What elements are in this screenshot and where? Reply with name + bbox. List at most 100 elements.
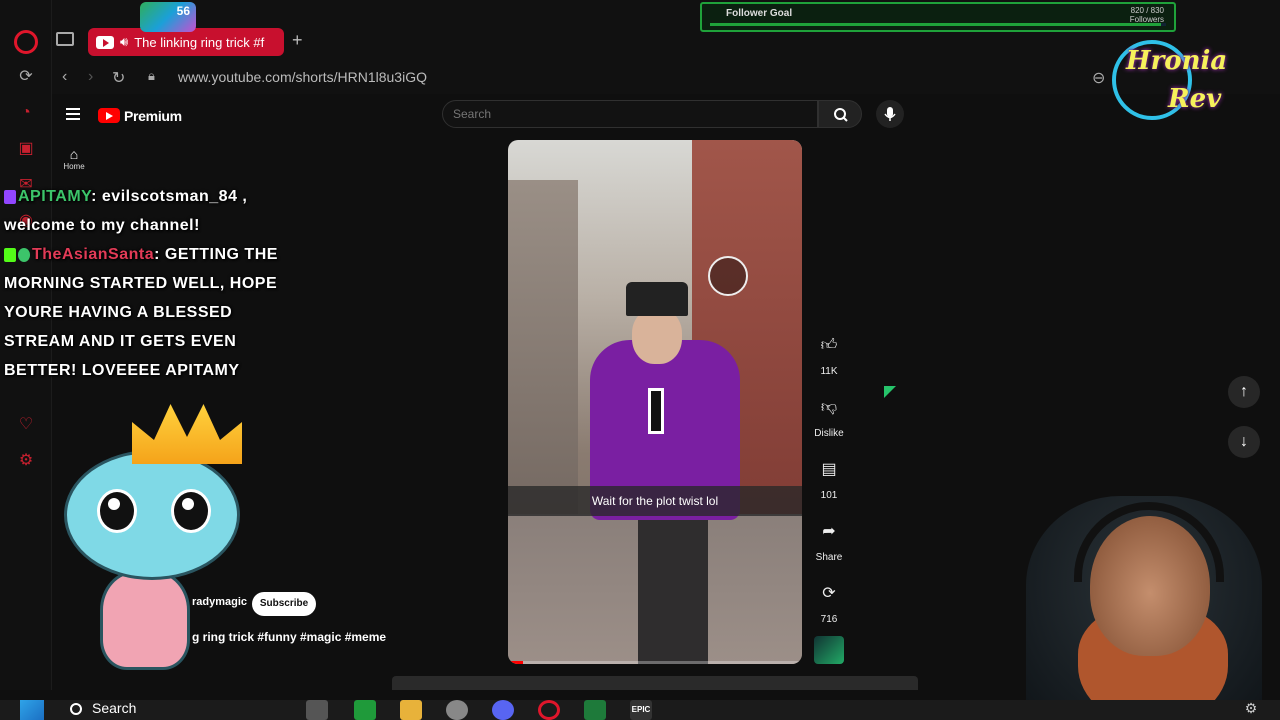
share-label: Share [815,552,843,563]
dragon-mascot [50,400,260,690]
follower-goal-fill [710,23,1161,26]
chrome-icon[interactable] [446,700,468,720]
settings-icon[interactable]: ⚙ [17,452,35,470]
follower-goal-count: 820 / 830 Followers [1130,6,1164,24]
search-icon [834,108,848,122]
share-icon: ➦ [822,523,836,540]
kick-badge-icon [4,247,16,262]
video-caption: Wait for the plot twist lol [508,486,802,516]
subscribe-button[interactable]: Subscribe [252,592,316,616]
youtube-favicon-icon [96,35,114,49]
youtube-masthead: Premium [52,96,1280,136]
new-tab-icon[interactable]: + [292,30,303,51]
dislike-button[interactable]: 👎︎ Dislike [810,392,848,439]
mouse-cursor-icon [884,386,896,398]
home-nav-item[interactable]: ⌂ Home [52,146,96,171]
crown-icon [132,404,242,464]
thumbs-up-icon: 👍︎ [820,337,838,354]
chat-username: TheAsianSanta [32,246,155,263]
microphone-icon [884,107,896,121]
follower-goal-widget: Follower Goal 820 / 830 Followers [700,2,1176,32]
home-icon: ⌂ [69,146,79,162]
twitch-badge-icon [4,189,16,204]
home-label: Home [63,162,85,171]
reload-icon[interactable]: ↻ [112,68,125,88]
comments-button[interactable]: ▤ 101 [810,454,848,501]
voice-search-button[interactable] [876,100,904,128]
active-tab[interactable]: 🔊︎ The linking ring trick #f [88,28,284,56]
mascot-body [100,570,190,670]
follower-goal-label: Follower Goal [726,8,793,19]
headset-icon [1074,502,1224,582]
lock-icon[interactable]: 🔒︎ [148,68,155,84]
windows-start-icon[interactable] [20,700,44,720]
opera-taskbar-icon[interactable] [538,700,560,720]
search-input[interactable] [443,101,817,127]
mascot-eye [97,489,137,533]
video-progress-fill [508,661,523,664]
file-explorer-icon[interactable] [400,700,422,720]
discord-icon[interactable] [492,700,514,720]
like-button[interactable]: 👍︎ 11K [810,330,848,377]
forward-icon[interactable]: › [88,68,93,86]
tab-menu-icon[interactable] [56,32,74,46]
menu-icon[interactable] [66,108,80,120]
mascot-head [64,450,240,580]
url-field[interactable]: www.youtube.com/shorts/HRN1l8u3iGQ [178,69,427,85]
speaker-icon[interactable]: 🔊︎ [120,34,128,50]
chat-message: TheAsianSanta: GETTING THE MORNING START… [4,240,304,385]
gamebar-icon[interactable] [584,700,606,720]
dislike-label: Dislike [814,428,844,439]
previous-short-button[interactable]: ↑ [1228,376,1260,408]
history-icon[interactable]: ♡ [17,416,35,434]
channel-watermark-icon [708,256,748,296]
stream-chat-overlay: APITAMY: evilscotsman_84 , welcome to my… [4,182,304,385]
video-scene [626,282,688,316]
stream-logo: Hronia Rev [1106,36,1272,126]
verified-badge-icon [18,247,30,262]
aria-icon[interactable]: ◔ [17,104,35,122]
share-button[interactable]: ➦ Share [810,516,848,563]
address-bar: ‹ › ↻ 🔒︎ www.youtube.com/shorts/HRN1l8u3… [52,60,1280,94]
reload-sidebar-icon[interactable]: ⟳ [17,68,35,86]
tab-title: The linking ring trick #f [134,34,265,50]
mascot-eye [171,489,211,533]
comment-icon: ▤ [821,461,837,478]
opera-logo-icon[interactable] [14,30,38,54]
xbox-icon[interactable] [354,700,376,720]
logo-text-line2: Rev [1168,84,1222,114]
chat-username: APITAMY [18,188,92,205]
search-button[interactable] [818,100,862,128]
epic-games-icon[interactable]: EPIC [630,700,652,720]
remix-button[interactable]: ⟳ 716 [810,578,848,625]
channel-name[interactable]: radymagic [192,596,247,608]
workspace-icon[interactable]: ▣ [17,140,35,158]
remix-count: 716 [820,614,838,625]
video-scrubber[interactable] [392,676,918,690]
taskbar-search[interactable]: Search [70,700,136,716]
youtube-brand-label[interactable]: Premium [124,108,182,124]
remix-icon: ⟳ [822,585,836,602]
zoom-out-icon[interactable]: ⊖ [1092,68,1105,88]
webcam-overlay [1026,496,1262,720]
chat-text: : GETTING THE MORNING STARTED WELL, HOPE… [4,246,278,379]
search-box[interactable] [442,100,818,128]
short-video-player[interactable]: Wait for the plot twist lol [508,140,802,664]
taskbar-search-label: Search [92,700,137,716]
back-icon[interactable]: ‹ [62,68,67,86]
emote-badge: 56 [140,2,196,32]
logo-text-line1: Hronia [1126,46,1228,76]
settings-tray-icon[interactable]: ⚙ [1240,700,1262,720]
sound-thumbnail[interactable] [814,636,844,664]
next-short-button[interactable]: ↓ [1228,426,1260,458]
follower-goal-bar [710,23,1166,26]
video-scene [632,308,682,364]
comment-count: 101 [820,490,838,501]
youtube-logo-icon[interactable] [98,108,120,123]
chat-message: APITAMY: evilscotsman_84 , welcome to my… [4,182,304,240]
thumbs-down-icon: 👎︎ [820,399,838,416]
task-view-icon[interactable] [306,700,328,720]
short-title[interactable]: g ring trick #funny #magic #meme [192,630,386,644]
video-progress-bar[interactable] [508,661,802,664]
video-scene [638,520,708,664]
